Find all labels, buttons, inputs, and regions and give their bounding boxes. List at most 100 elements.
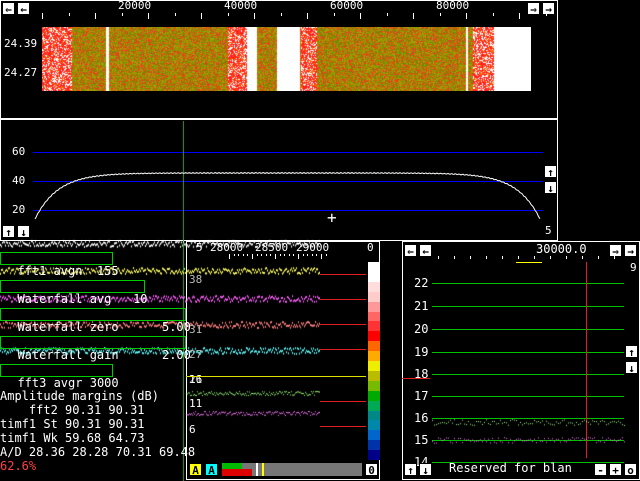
waterfall-left-arrow2[interactable]: ← [17,2,30,16]
freq-label-20000: 20000 [118,0,152,12]
param-value: 5.00 [161,320,191,334]
freq-tick [121,13,123,16]
waterfall-right-arrow[interactable]: ⇒ [527,2,540,16]
freq-tick [598,256,599,259]
param-value: 3000 [89,376,119,390]
freq-tick [360,13,361,19]
spectrum-down-btn[interactable]: ↓ [17,225,30,239]
freq-tick [439,13,441,16]
freq-tick [288,254,290,256]
bar-value-button[interactable]: 0 [365,463,378,477]
lower-freq-28000: 28000 [210,241,244,254]
bb-plus-btn[interactable]: + [609,463,622,477]
bb-y-label: 17 [414,389,429,403]
bb-footer-down[interactable]: ↓ [419,463,432,477]
color-scale-step [368,430,380,441]
margin-v2: 64.73 [108,431,145,445]
freq-tick [233,254,235,256]
bb-grid-line [432,306,624,307]
margin-label: fft2 [28,403,58,417]
freq-tick [545,13,547,16]
freq-tick [466,13,467,19]
freq-tick [333,13,335,16]
bb-y-label: 20 [414,322,429,336]
color-scale-step [368,370,380,381]
bb-y-label: 21 [414,299,429,313]
margin-v1: 90.31 [65,417,102,431]
margin-v2: 90.31 [108,403,145,417]
color-scale-step [368,341,380,352]
bb-footer-text: Reserved for blan [449,461,572,475]
freq-tick [68,13,70,16]
margins-title: Amplitude margins (dB) [0,389,159,403]
spectrum-right-up-btn[interactable]: ↑ [544,165,557,179]
param-fft1-avgn[interactable]: fft1 avgn 155 [0,252,119,277]
waterfall-left-arrow[interactable]: ⇐ [2,2,15,16]
bb-minus-btn[interactable]: - [594,463,607,477]
color-scale-step [368,440,380,451]
bb-up-btn[interactable]: ↑ [625,345,638,359]
freq-tick [256,254,258,256]
freq-tick [582,256,583,259]
bb-left-arrow2[interactable]: ← [419,244,432,258]
spectrum-up-btn[interactable]: ↑ [2,225,15,239]
bb-grid-line [432,329,624,330]
color-scale-step [368,271,380,282]
level-marker [320,401,366,402]
freq-tick [321,254,322,259]
param-waterfall-gain[interactable]: Waterfall gain 2.00 [0,336,191,361]
waterfall-display[interactable] [42,27,531,91]
ad-v4: 69.48 [159,445,196,459]
bb-o-btn[interactable]: o [624,463,637,477]
a-button-1[interactable]: A [189,463,202,477]
color-scale-step [368,262,380,272]
spectrum-right-down-btn[interactable]: ↓ [544,181,557,195]
color-scale-step [368,311,380,322]
param-name: Waterfall avg [17,292,112,306]
a-button-2[interactable]: A [205,463,218,477]
freq-tick [550,256,551,259]
bb-grid-line [432,374,624,375]
param-value: 155 [96,264,119,278]
ad-v1: 28.36 [28,445,66,459]
freq-tick [325,254,327,256]
param-name: fft3 avgr [17,376,83,390]
color-scale-step [368,291,380,302]
freq-tick [614,256,615,259]
waterfall-right-arrow2[interactable]: → [542,2,555,16]
bb-right-arrow2[interactable]: → [624,244,637,258]
freq-tick [311,254,313,256]
freq-label-40000: 40000 [224,0,258,12]
level-bar [222,463,362,476]
bb-left-arrow[interactable]: ⇐ [404,244,417,258]
param-waterfall-avg[interactable]: Waterfall avg 10 [0,280,148,305]
side-label-11: 11 [189,397,203,410]
param-waterfall-zero[interactable]: Waterfall zero 5.00 [0,308,191,333]
color-scale-step [368,281,380,292]
bb-footer-up[interactable]: ↑ [404,463,417,477]
freq-tick [265,254,267,256]
level-marker [320,426,366,427]
freq-tick [270,254,272,256]
freq-tick [316,254,318,256]
freq-tick [227,13,229,16]
freq-tick [298,254,299,259]
freq-tick [252,254,253,259]
bb-down-btn[interactable]: ↓ [625,361,638,375]
freq-tick [302,254,304,256]
spectrum-corner-value: 5 [545,224,552,237]
bb-right-arrow[interactable]: ⇒ [609,244,622,258]
side-label-27: 27 [189,348,203,361]
color-scale-step [368,400,380,411]
param-fft3-avgr[interactable]: fft3 avgr 3000 [0,364,119,389]
color-scale-bar [368,262,380,461]
color-scale-step [368,301,380,312]
freq-tick [247,254,249,256]
freq-tick [307,254,309,256]
color-scale-step [368,331,380,342]
param-name: fft1 avgn [17,264,83,278]
freq-tick [284,254,286,256]
side-label-6: 6 [189,423,196,436]
freq-tick [279,254,281,256]
freq-tick [238,254,240,256]
